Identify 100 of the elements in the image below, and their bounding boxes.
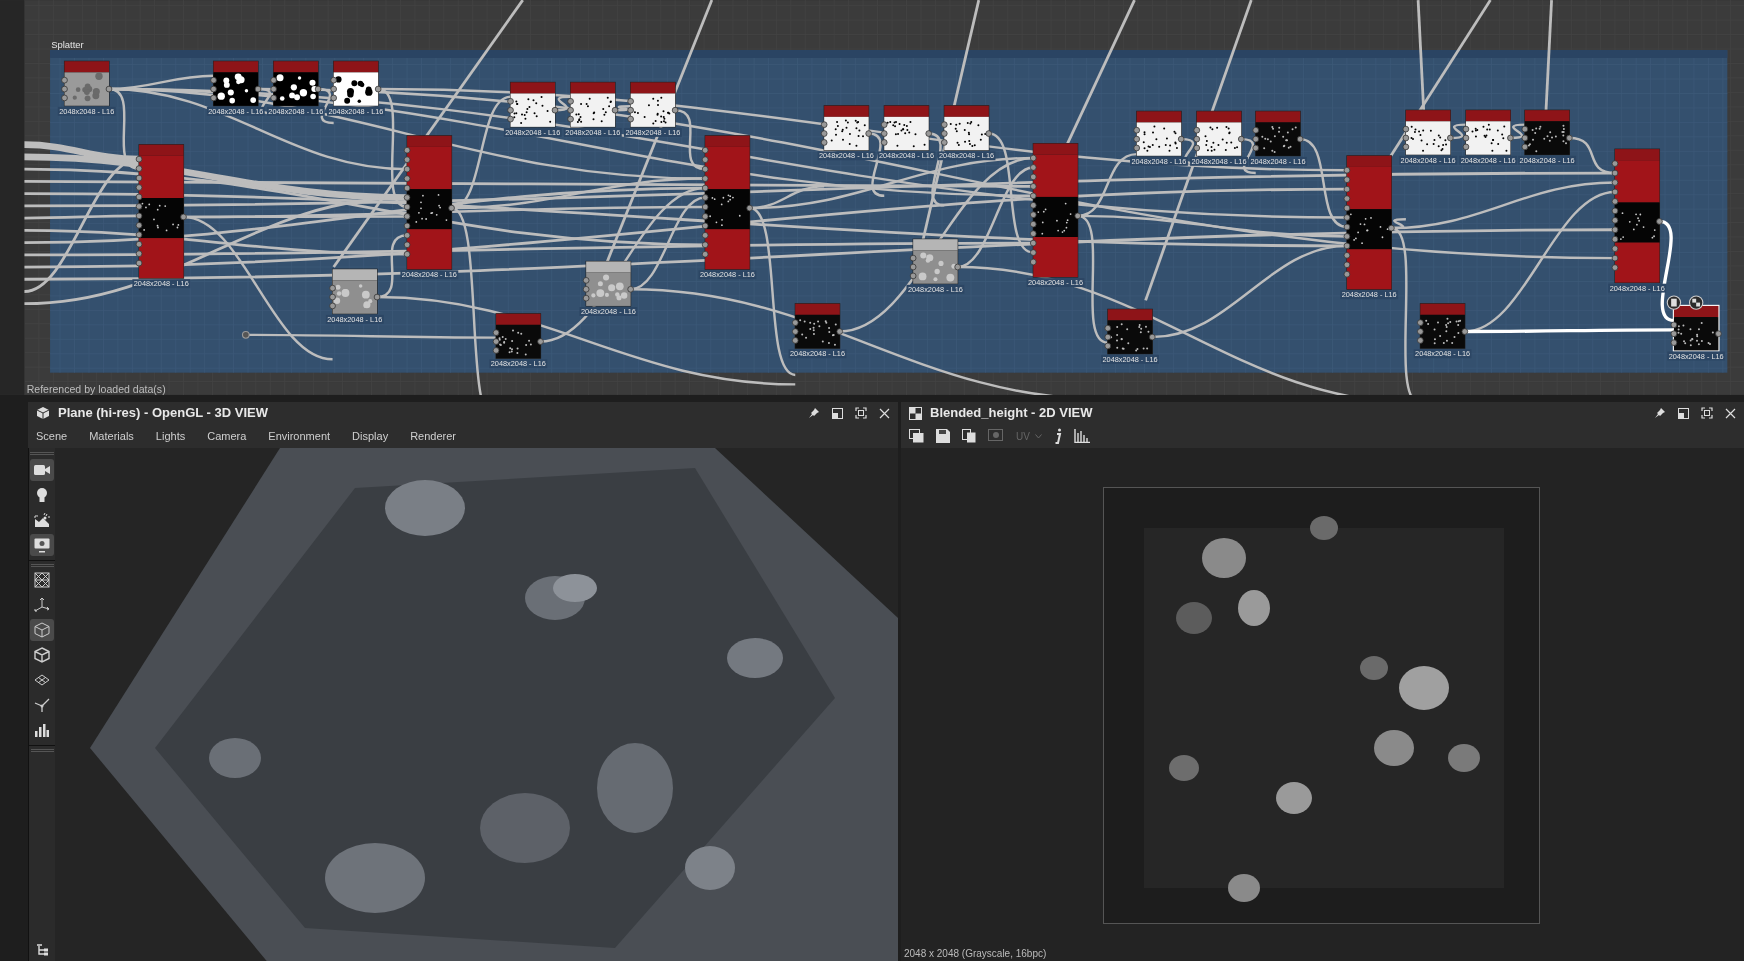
menu-item[interactable]: Lights — [155, 427, 186, 445]
node-label: 2048x2048 - L16 — [1130, 156, 1188, 166]
graph-node[interactable] — [880, 105, 932, 151]
graph-node[interactable] — [1666, 295, 1722, 352]
close-icon[interactable] — [879, 407, 890, 419]
node-label: 2048x2048 - L16 — [563, 128, 622, 137]
node-label: 2048x2048 - L16 — [623, 128, 682, 137]
monitor-icon — [34, 537, 50, 553]
node-label: 2048x2048 - L16 — [906, 284, 965, 294]
axes-icon — [34, 597, 50, 613]
graph-node[interactable] — [1104, 308, 1156, 355]
node-label: 2048x2048 - L16 — [206, 106, 265, 116]
status-text: Referenced by loaded data(s) — [26, 382, 166, 395]
graph-node[interactable] — [329, 268, 381, 315]
float-icon[interactable] — [832, 407, 843, 419]
node-label: 2048x2048 - L16 — [788, 349, 847, 359]
graph-node[interactable] — [1521, 109, 1573, 156]
image-icon — [34, 512, 50, 528]
node-label: 2048x2048 - L16 — [132, 279, 191, 289]
wireframe-cube-icon — [34, 647, 50, 663]
menu-item[interactable]: Materials — [89, 427, 134, 445]
checker-icon — [909, 406, 922, 420]
graph-node[interactable] — [403, 135, 455, 270]
snapshot-icon[interactable] — [988, 429, 1004, 443]
node-label: 2048x2048 - L16 — [1101, 354, 1159, 364]
node-label: 2048x2048 - L16 — [1399, 155, 1458, 165]
graph-node[interactable] — [210, 60, 262, 107]
cube-icon — [34, 622, 50, 638]
node-label: 2048x2048 - L16 — [1190, 156, 1248, 166]
graph-node[interactable] — [1417, 303, 1469, 349]
node-label: 2048x2048 - L16 — [1413, 349, 1472, 359]
save-icon[interactable] — [936, 429, 950, 443]
graph-node[interactable] — [627, 81, 679, 128]
tool-button[interactable] — [30, 534, 54, 556]
graph-node[interactable] — [909, 238, 961, 285]
three-lines-icon — [34, 697, 50, 713]
tool-button[interactable] — [30, 459, 54, 481]
graph-node[interactable] — [1193, 110, 1245, 157]
bar-chart-icon — [35, 723, 49, 737]
tree-icon[interactable] — [35, 944, 49, 957]
camera-icon — [34, 464, 50, 476]
menu-item[interactable]: Display — [352, 427, 389, 445]
node-label: 2048x2048 - L16 — [325, 314, 384, 324]
node-label: 2048x2048 - L16 — [877, 151, 936, 161]
grid-icon — [34, 572, 50, 588]
panel-title: Plane (hi-res) - OpenGL - 3D VIEW — [58, 404, 268, 423]
graph-node[interactable] — [492, 313, 544, 359]
graph-node[interactable] — [507, 81, 559, 128]
cube-icon — [36, 406, 50, 420]
graph-node[interactable] — [61, 60, 113, 107]
menu-item[interactable]: Camera — [207, 427, 247, 445]
node-label: 2048x2048 - L16 — [1608, 283, 1667, 293]
pin-icon[interactable] — [808, 407, 820, 419]
pin-icon[interactable] — [1654, 407, 1666, 419]
menu-item[interactable]: Environment — [268, 427, 331, 445]
graph-node[interactable] — [1030, 143, 1082, 278]
node-label: 2048x2048 - L16 — [937, 151, 996, 161]
maximize-icon[interactable] — [1701, 407, 1713, 419]
node-label: 2048x2048 - L16 — [489, 359, 548, 369]
node-label: 2048x2048 - L16 — [1459, 155, 1518, 165]
node-label: 2048x2048 - L16 — [266, 106, 325, 116]
graph-node[interactable] — [1252, 110, 1304, 157]
tool-button[interactable] — [30, 619, 54, 641]
graph-node[interactable] — [1402, 109, 1454, 156]
graph-node[interactable] — [1133, 110, 1185, 157]
caret-icon — [1034, 433, 1042, 439]
menu-item[interactable]: Renderer — [410, 427, 456, 445]
node-label: 2048x2048 - L16 — [1667, 351, 1726, 361]
graph-node[interactable] — [567, 81, 619, 128]
status-text: 2048 x 2048 (Grayscale, 16bpc) — [903, 947, 1048, 961]
node-label: 2048x2048 - L16 — [503, 128, 562, 137]
node-label: 2048x2048 - L16 — [1249, 156, 1307, 166]
graph-node[interactable] — [820, 105, 872, 151]
graph-node[interactable] — [135, 144, 187, 279]
node-label: 2048x2048 - L16 — [698, 270, 757, 280]
maximize-icon[interactable] — [855, 407, 867, 419]
node-label: 2048x2048 - L16 — [327, 106, 385, 116]
light-bulb-icon — [36, 487, 48, 503]
float-icon[interactable] — [1678, 407, 1689, 419]
menu-item[interactable]: Scene — [36, 427, 68, 445]
graph-node[interactable] — [582, 260, 634, 307]
graph-node[interactable] — [701, 135, 753, 270]
histogram-icon[interactable] — [1073, 429, 1090, 443]
info-icon[interactable] — [1053, 428, 1062, 444]
copy-icon[interactable] — [962, 429, 976, 443]
graph-node[interactable] — [1611, 148, 1663, 284]
node-label: 2048x2048 - L16 — [579, 307, 638, 317]
close-icon[interactable] — [1725, 407, 1736, 419]
node-label: 2048x2048 - L16 — [1340, 290, 1399, 300]
graph-node[interactable] — [270, 60, 322, 107]
node-label: 2048x2048 - L16 — [400, 270, 459, 280]
reroute-dot[interactable] — [241, 330, 250, 339]
graph-node[interactable] — [791, 303, 844, 349]
node-label: 2048x2048 - L16 — [57, 106, 116, 116]
node-label: 2048x2048 - L16 — [1026, 278, 1085, 288]
graph-node[interactable] — [1462, 109, 1514, 156]
graph-node[interactable] — [330, 60, 382, 107]
windows-icon[interactable] — [909, 429, 924, 443]
graph-node[interactable] — [1343, 155, 1395, 290]
graph-node[interactable] — [941, 105, 993, 151]
